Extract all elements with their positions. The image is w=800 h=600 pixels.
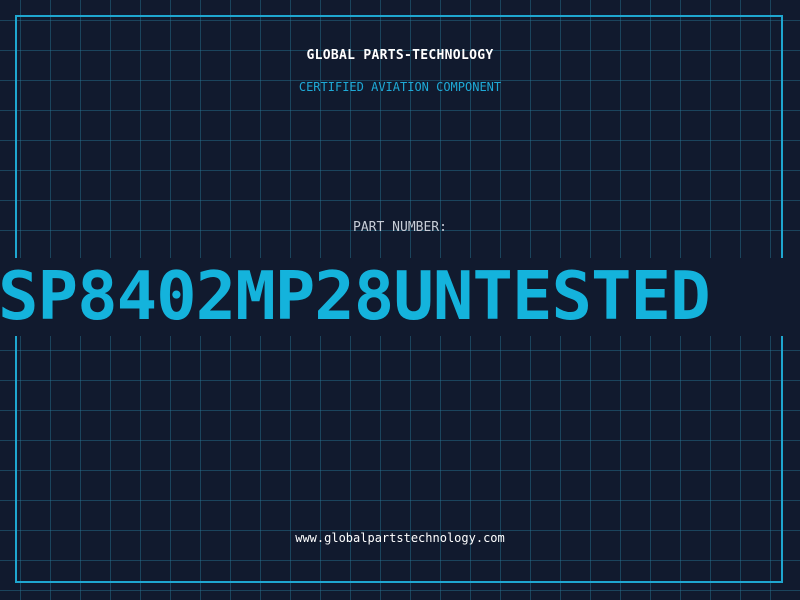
part-number-value: SP8402MP28UNTESTED [0, 257, 711, 335]
website-url: www.globalpartstechnology.com [295, 531, 505, 545]
certificate-card: GLOBAL PARTS-TECHNOLOGY CERTIFIED AVIATI… [0, 0, 800, 600]
certification-subtitle: CERTIFIED AVIATION COMPONENT [298, 80, 502, 94]
company-name: GLOBAL PARTS-TECHNOLOGY [306, 48, 494, 63]
part-number-label: PART NUMBER: [353, 220, 447, 235]
